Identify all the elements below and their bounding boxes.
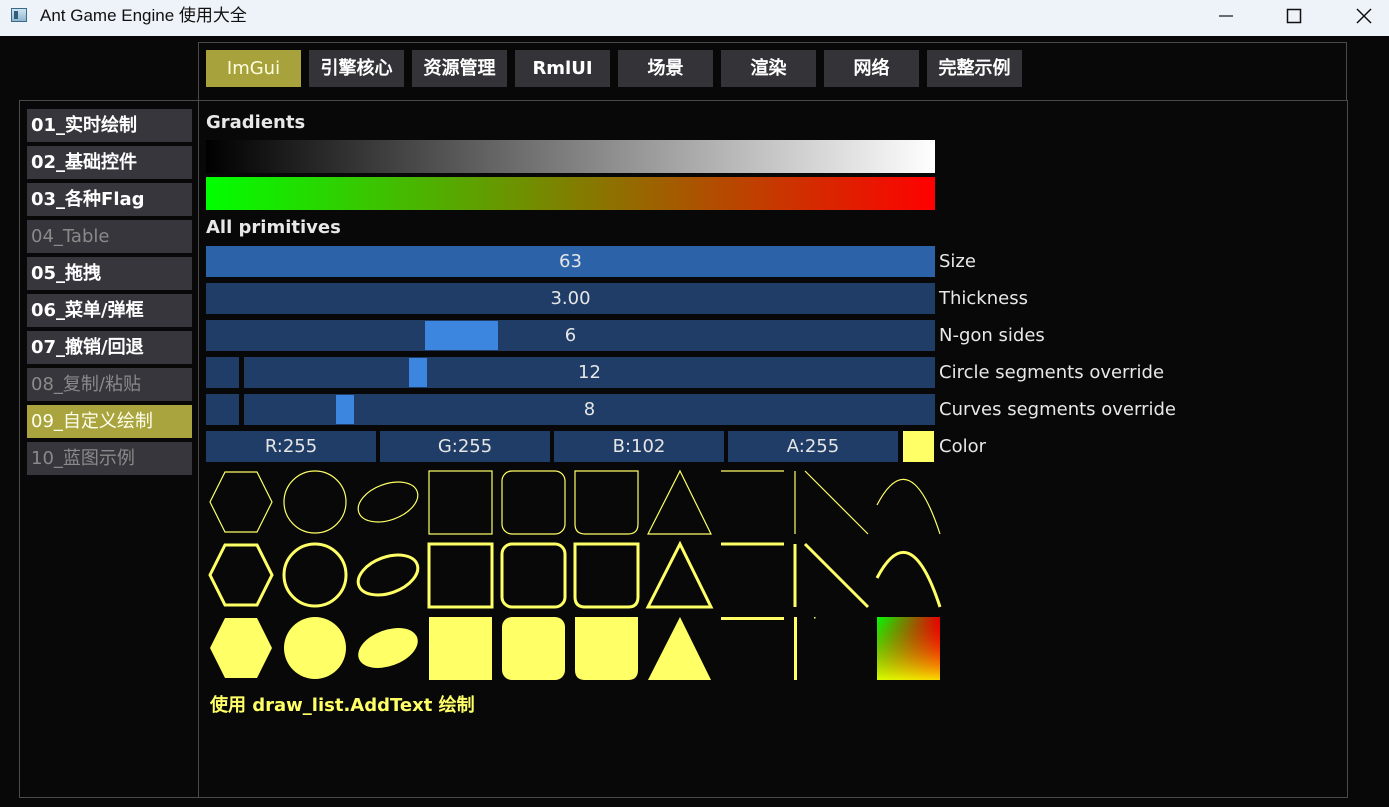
color-g-field[interactable]: G:255	[380, 431, 550, 462]
curve-segments-slider[interactable]: 8	[244, 394, 935, 425]
minimize-icon	[1219, 15, 1233, 17]
ngon-sides-value: 6	[564, 325, 577, 346]
circle-segments-value: 12	[578, 362, 601, 383]
hexagon-outline	[209, 471, 273, 533]
tab-rmlui[interactable]: RmlUI	[515, 50, 610, 87]
gradients-label: Gradients	[206, 112, 306, 133]
circle-filled	[284, 617, 346, 679]
rounded-square-thick	[500, 542, 567, 609]
thickness-value: 3.00	[550, 288, 591, 309]
ellipse-filled	[358, 628, 418, 668]
triangle-outline	[647, 469, 712, 535]
primitives-canvas	[208, 469, 942, 680]
tab-render[interactable]: 渲染	[721, 50, 816, 87]
sidebar-item-blueprint[interactable]: 10_蓝图示例	[27, 442, 192, 475]
tab-resource-management[interactable]: 资源管理	[412, 50, 507, 87]
bezier-curve	[876, 478, 941, 535]
color-label: Color	[939, 436, 986, 457]
sidebar-item-flags[interactable]: 03_各种Flag	[27, 183, 192, 216]
tab-full-example[interactable]: 完整示例	[927, 50, 1022, 87]
circle-segments-label: Circle segments override	[939, 362, 1165, 383]
app-icon	[11, 8, 27, 22]
gradient-black-white	[206, 140, 935, 173]
size-slider[interactable]: 63	[206, 246, 935, 277]
v-line-filled	[794, 617, 797, 680]
circle-thick	[282, 542, 348, 608]
circle-segments-checkbox[interactable]	[206, 357, 239, 388]
ellipse-thick	[356, 553, 420, 597]
curve-segments-label: Curves segments override	[939, 399, 1176, 420]
sidebar-item-menu-popup[interactable]: 06_菜单/弹框	[27, 294, 192, 327]
sidebar-item-undo-redo[interactable]: 07_撤销/回退	[27, 331, 192, 364]
color-r-value: R:255	[264, 436, 318, 457]
bezier-curve-thick	[875, 550, 942, 608]
diagonal-line	[804, 470, 869, 535]
color-r-field[interactable]: R:255	[206, 431, 376, 462]
tab-imgui[interactable]: ImGui	[206, 50, 301, 87]
thickness-label: Thickness	[939, 288, 1028, 309]
square-filled	[429, 617, 492, 680]
sidebar-item-table[interactable]: 04_Table	[27, 220, 192, 253]
curve-segments-checkbox[interactable]	[206, 394, 239, 425]
tab-scene[interactable]: 场景	[618, 50, 713, 87]
square-outline	[428, 470, 493, 535]
triangle-thick	[645, 540, 714, 609]
gradient-green-red	[206, 177, 935, 210]
close-icon	[1356, 8, 1372, 24]
thickness-slider[interactable]: 3.00	[206, 283, 935, 314]
primitives-label: All primitives	[206, 217, 341, 238]
size-value: 63	[559, 251, 582, 272]
color-b-value: B:102	[612, 436, 666, 457]
ngon-sides-slider[interactable]: 6	[206, 320, 935, 351]
rounded-square-outline	[501, 470, 566, 535]
color-g-value: G:255	[437, 436, 493, 457]
slider-grab[interactable]	[425, 321, 498, 350]
multicolor-gradient-overlay	[877, 617, 940, 680]
ellipse-outline	[357, 481, 419, 523]
triangle-filled	[648, 617, 711, 680]
hexagon-thick	[208, 543, 274, 607]
partial-rounded-square-thick	[573, 542, 640, 609]
diagonal-line-thick	[803, 542, 870, 609]
tab-network[interactable]: 网络	[824, 50, 919, 87]
sidebar-item-copy-paste[interactable]: 08_复制/粘贴	[27, 368, 192, 401]
color-a-value: A:255	[786, 436, 840, 457]
maximize-icon	[1286, 8, 1302, 24]
sidebar-item-realtime-draw[interactable]: 01_实时绘制	[27, 109, 192, 142]
square-thick	[427, 542, 494, 609]
rounded-square-filled	[502, 617, 565, 680]
ngon-sides-label: N-gon sides	[939, 325, 1045, 346]
divider	[19, 100, 1348, 101]
minimize-button[interactable]	[1202, 0, 1248, 30]
partial-rounded-square-outline	[574, 470, 639, 535]
add-text-demo: 使用 draw_list.AddText 绘制	[210, 695, 475, 716]
window-title: Ant Game Engine 使用大全	[40, 6, 247, 25]
dot-filled	[814, 617, 816, 619]
circle-outline	[283, 470, 347, 534]
color-a-field[interactable]: A:255	[728, 431, 898, 462]
close-button[interactable]	[1340, 0, 1386, 30]
title-bar: Ant Game Engine 使用大全	[0, 0, 1389, 36]
h-line-filled	[721, 617, 784, 620]
curve-segments-value: 8	[583, 399, 596, 420]
slider-grab[interactable]	[336, 395, 354, 424]
maximize-button[interactable]	[1270, 0, 1316, 30]
hexagon-filled	[210, 618, 272, 678]
color-b-field[interactable]: B:102	[554, 431, 724, 462]
color-swatch[interactable]	[903, 431, 934, 462]
partial-rounded-square-filled	[575, 617, 638, 680]
slider-grab[interactable]	[409, 358, 427, 387]
sidebar-item-drag[interactable]: 05_拖拽	[27, 257, 192, 290]
circle-segments-slider[interactable]: 12	[244, 357, 935, 388]
sidebar-item-basic-controls[interactable]: 02_基础控件	[27, 146, 192, 179]
tab-engine-core[interactable]: 引擎核心	[309, 50, 404, 87]
size-label: Size	[939, 251, 976, 272]
sidebar-item-custom-draw[interactable]: 09_自定义绘制	[27, 405, 192, 438]
